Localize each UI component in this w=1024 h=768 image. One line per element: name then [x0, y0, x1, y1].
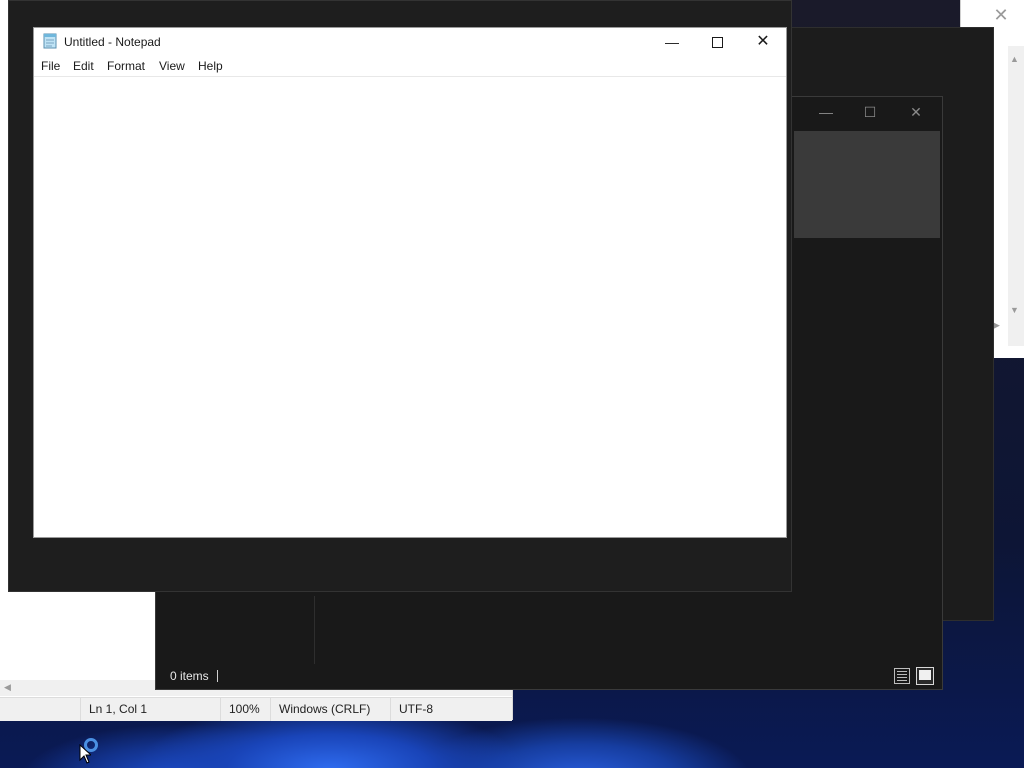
explorer-minimize-icon[interactable]: —	[803, 96, 849, 128]
scroll-down-arrow-icon[interactable]: ▼	[1010, 305, 1019, 315]
background-window-scrollbar[interactable]	[1008, 46, 1024, 346]
explorer-window-controls: — ☐ ✕	[795, 96, 940, 128]
mouse-cursor-icon	[79, 743, 93, 767]
scroll-left-arrow-icon[interactable]: ◀	[4, 682, 11, 693]
scroll-up-arrow-icon[interactable]: ▲	[1010, 54, 1019, 64]
status-zoom: 100%	[220, 698, 270, 721]
explorer-ribbon	[794, 131, 940, 238]
notepad-text-area[interactable]	[34, 77, 786, 537]
notepad-window-title: Untitled - Notepad	[64, 35, 161, 49]
status-separator	[217, 670, 218, 682]
menu-help[interactable]: Help	[198, 57, 223, 76]
close-icon[interactable]: ✕	[740, 28, 786, 56]
explorer-maximize-icon[interactable]: ☐	[847, 96, 893, 128]
status-line-ending: Windows (CRLF)	[270, 698, 390, 721]
menu-view[interactable]: View	[159, 57, 185, 76]
status-position: Ln 1, Col 1	[80, 698, 220, 721]
notepad-menubar	[34, 56, 786, 77]
explorer-item-count: 0 items	[170, 669, 209, 683]
background-window-close-icon[interactable]: ✕	[990, 4, 1012, 26]
background-notepad-statusbar: Ln 1, Col 1 100% Windows (CRLF) UTF-8	[0, 697, 512, 721]
explorer-close-icon[interactable]: ✕	[893, 96, 939, 128]
menu-file[interactable]: File	[41, 57, 60, 76]
menu-edit[interactable]: Edit	[73, 57, 94, 76]
maximize-icon[interactable]	[694, 28, 740, 56]
status-encoding: UTF-8	[390, 698, 512, 721]
scroll-right-arrow-icon[interactable]: ▶	[993, 320, 1000, 331]
minimize-icon[interactable]: —	[649, 28, 695, 56]
details-view-icon[interactable]	[894, 668, 910, 684]
menu-format[interactable]: Format	[107, 57, 145, 76]
explorer-pane-splitter[interactable]	[314, 596, 315, 664]
notepad-icon	[42, 33, 58, 49]
tiles-view-icon[interactable]	[916, 667, 934, 685]
